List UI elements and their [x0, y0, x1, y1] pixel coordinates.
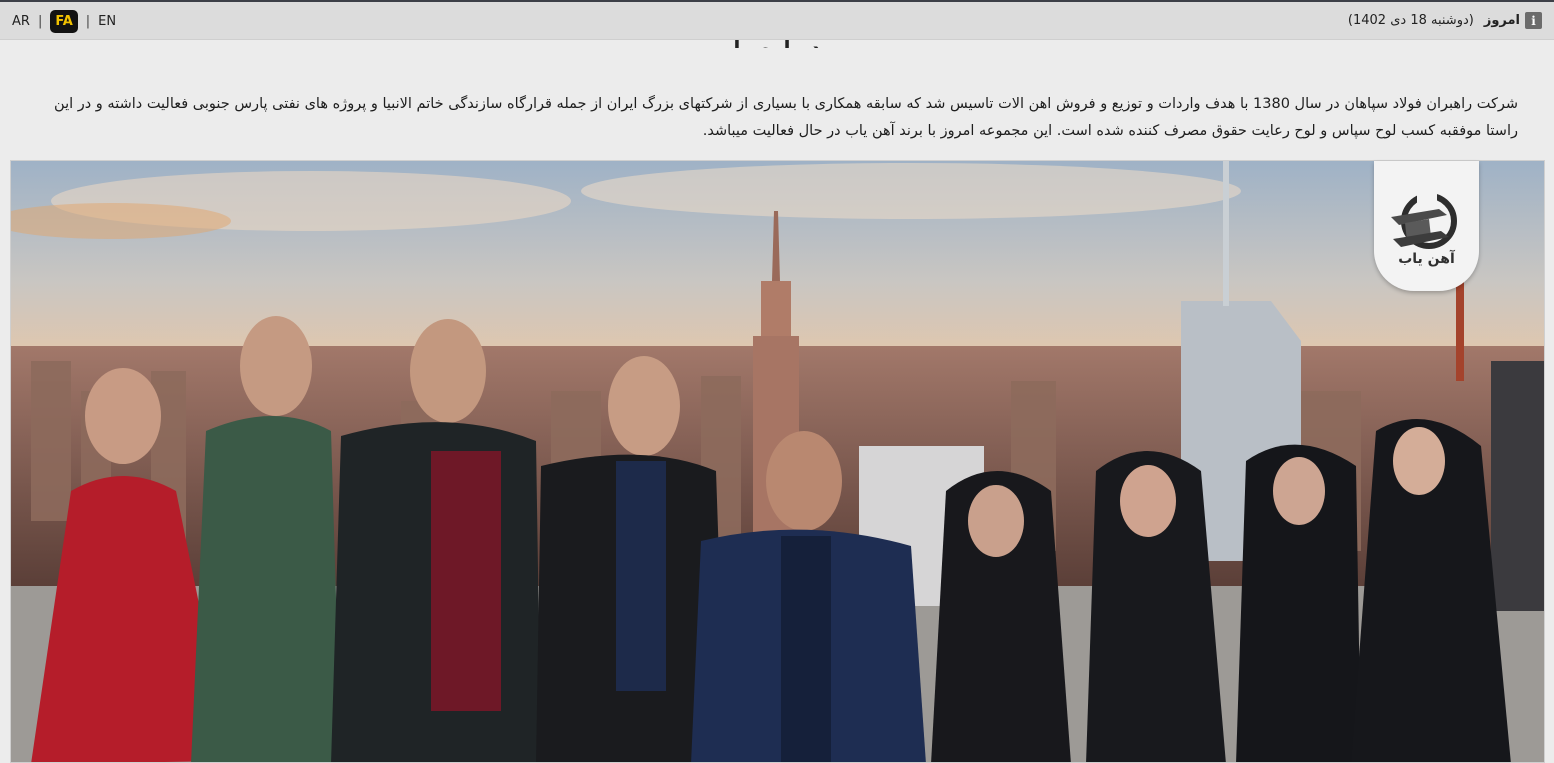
- info-icon: i: [1525, 12, 1542, 29]
- brand-logo-badge[interactable]: آهن یاب: [1374, 161, 1479, 291]
- lang-separator: |: [37, 14, 43, 29]
- top-bar: AR | FA | EN i امروز (دوشنبه 18 دی 1402): [0, 0, 1554, 40]
- lang-ar-link[interactable]: AR: [12, 14, 30, 29]
- today-date: (دوشنبه 18 دی 1402): [1347, 13, 1474, 28]
- steel-beam-icon: [1390, 193, 1457, 249]
- today-label: امروز: [1483, 13, 1520, 28]
- lang-fa-link[interactable]: FA: [50, 10, 78, 33]
- about-heading-clipped: درباره ما: [0, 40, 1554, 48]
- language-switcher: AR | FA | EN: [12, 10, 116, 33]
- team-photo-illustration: [11, 161, 1544, 762]
- about-paragraph: شرکت راهبران فولاد سپاهان در سال 1380 با…: [54, 95, 1518, 139]
- today-date-widget: i امروز (دوشنبه 18 دی 1402): [1348, 12, 1542, 29]
- about-heading: درباره ما: [734, 40, 821, 48]
- lang-separator: |: [85, 14, 91, 29]
- team-photo: [10, 160, 1545, 763]
- lang-en-link[interactable]: EN: [98, 14, 116, 29]
- brand-logo-text: آهن یاب: [1398, 251, 1455, 267]
